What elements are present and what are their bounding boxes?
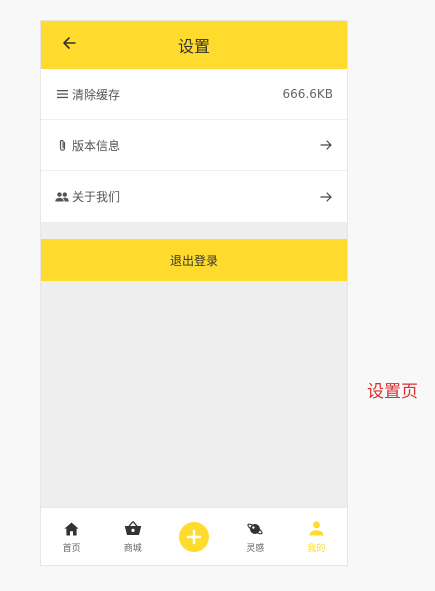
tab-home[interactable]: 首页: [41, 508, 102, 565]
page-caption: 设置页: [367, 382, 418, 402]
tab-label: 首页: [62, 543, 81, 554]
tab-label: 灵感: [246, 543, 265, 554]
home-icon: [62, 520, 82, 538]
page-title: 设置: [177, 37, 210, 56]
arrow-left-icon: [61, 35, 77, 55]
settings-item-label: 清除缓存: [72, 87, 121, 102]
plus-icon: [179, 521, 209, 552]
settings-list: 清除缓存 666.6KB 版本信息 关于我们: [41, 69, 347, 222]
person-icon: [306, 520, 326, 538]
arrow-right-icon: [319, 190, 333, 204]
list-icon: [55, 87, 69, 101]
tab-label: 我的: [307, 543, 326, 554]
settings-item-clear-cache[interactable]: 清除缓存 666.6KB: [41, 69, 347, 120]
planet-icon: [245, 520, 265, 538]
basket-icon: [123, 520, 143, 538]
tab-inspiration[interactable]: 灵感: [225, 508, 286, 565]
arrow-right-icon: [319, 138, 333, 152]
back-button[interactable]: [57, 33, 81, 57]
tab-mine[interactable]: 我的: [286, 508, 347, 565]
bottom-tab-bar: 首页 商城 灵感 我的: [41, 507, 347, 565]
tab-label: 商城: [123, 543, 142, 554]
cache-size-value: 666.6KB: [282, 87, 333, 101]
phone-screen: 设置 清除缓存 666.6KB 版本信息 关于我们 退出登录 首页 商城 灵感 …: [40, 20, 348, 566]
people-icon: [55, 190, 69, 204]
settings-item-version-info[interactable]: 版本信息: [41, 120, 347, 171]
settings-item-label: 版本信息: [72, 138, 121, 153]
settings-item-about-us[interactable]: 关于我们: [41, 171, 347, 222]
logout-button[interactable]: 退出登录: [41, 239, 347, 281]
tab-mall[interactable]: 商城: [102, 508, 163, 565]
tab-add[interactable]: [163, 508, 224, 565]
header-bar: 设置: [41, 21, 347, 69]
paperclip-icon: [55, 138, 69, 152]
settings-item-label: 关于我们: [72, 190, 121, 204]
